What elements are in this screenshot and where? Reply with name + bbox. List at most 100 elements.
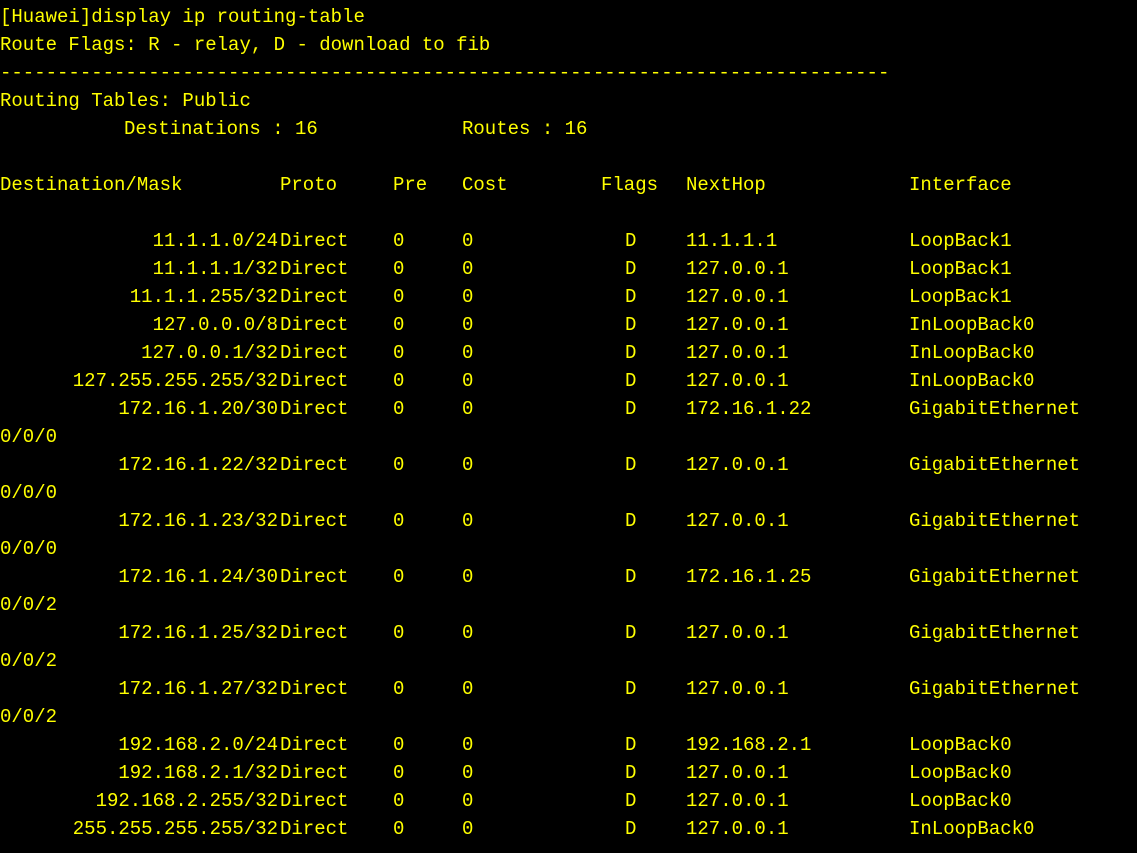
route-flags: D [625,454,637,476]
table-row: 127.255.255.255/32 Direct 0 0 D 127.0.0.1 InLo… [0,367,1137,395]
route-flags-legend: Route Flags: R - relay, D - download to … [0,34,491,56]
table-row: 172.16.1.23/32 Direct 0 0 D 127.0.0.1 GigabitE… [0,507,1137,535]
route-nexthop: 127.0.0.1 [686,790,789,812]
route-destination: 11.1.1.255/32 [129,286,278,308]
route-nexthop: 127.0.0.1 [686,286,789,308]
route-interface: GigabitEthernet [909,510,1081,532]
route-flags: D [625,818,637,840]
route-interface: InLoopBack0 [909,342,1035,364]
table-row: 192.168.2.1/32 Direct 0 0 D 127.0.0.1 LoopBack… [0,759,1137,787]
route-pre: 0 [393,258,405,280]
route-interface: InLoopBack0 [909,314,1035,336]
route-proto: Direct [280,790,349,812]
route-pre: 0 [393,734,405,756]
table-row: 172.16.1.22/32 Direct 0 0 D 127.0.0.1 GigabitE… [0,451,1137,479]
interface-wrap-line: 0/0/2 [0,650,58,672]
route-cost: 0 [462,762,474,784]
route-proto: Direct [280,230,349,252]
route-cost: 0 [462,622,474,644]
routing-table-title: Routing Tables: Public [0,90,251,112]
route-destination: 172.16.1.25/32 [118,622,278,644]
route-cost: 0 [462,314,474,336]
route-proto: Direct [280,342,349,364]
separator-line: ----------------------------------------… [0,62,890,84]
route-interface: LoopBack1 [909,230,1012,252]
route-proto: Direct [280,762,349,784]
route-destination: 172.16.1.20/30 [118,398,278,420]
route-pre: 0 [393,510,405,532]
route-pre: 0 [393,622,405,644]
route-pre: 0 [393,398,405,420]
route-pre: 0 [393,818,405,840]
route-nexthop: 172.16.1.22 [686,398,812,420]
route-destination: 127.0.0.0/8 [152,314,278,336]
route-interface: LoopBack0 [909,790,1012,812]
route-nexthop: 127.0.0.1 [686,314,789,336]
route-nexthop: 11.1.1.1 [686,230,778,252]
route-cost: 0 [462,258,474,280]
route-cost: 0 [462,286,474,308]
route-cost: 0 [462,566,474,588]
route-flags: D [625,622,637,644]
route-table-body: 11.1.1.0/24 Direct 0 0 D 11.1.1.1 LoopBack1 11.… [0,227,1137,843]
route-proto: Direct [280,398,349,420]
route-cost: 0 [462,510,474,532]
route-flags: D [625,342,637,364]
table-row: 11.1.1.255/32 Direct 0 0 D 127.0.0.1 LoopBack1 [0,283,1137,311]
route-flags: D [625,790,637,812]
interface-wrap-line: 0/0/0 [0,426,58,448]
route-destination: 192.168.2.0/24 [118,734,278,756]
route-interface: GigabitEthernet [909,454,1081,476]
route-nexthop: 127.0.0.1 [686,454,789,476]
route-nexthop: 127.0.0.1 [686,370,789,392]
route-destination: 172.16.1.22/32 [118,454,278,476]
route-nexthop: 127.0.0.1 [686,622,789,644]
route-interface: GigabitEthernet [909,398,1081,420]
route-destination: 172.16.1.23/32 [118,510,278,532]
route-interface: InLoopBack0 [909,818,1035,840]
route-proto: Direct [280,286,349,308]
interface-wrap-line: 0/0/2 [0,706,58,728]
route-flags: D [625,510,637,532]
route-proto: Direct [280,370,349,392]
header-proto: Proto [280,174,338,196]
header-nexthop: NextHop [686,174,766,196]
route-cost: 0 [462,398,474,420]
header-cost: Cost [462,174,508,196]
interface-wrap-line: 0/0/2 [0,594,58,616]
route-flags: D [625,286,637,308]
route-interface: LoopBack0 [909,734,1012,756]
interface-wrap-line: 0/0/0 [0,482,58,504]
routing-summary: Destinations : 16 Routes : 16 [0,115,1137,143]
table-row: 255.255.255.255/32 Direct 0 0 D 127.0.0.1 InLo… [0,815,1137,843]
table-row: 192.168.2.255/32 Direct 0 0 D 127.0.0.1 LoopBa… [0,787,1137,815]
route-pre: 0 [393,230,405,252]
route-flags: D [625,370,637,392]
route-interface: GigabitEthernet [909,566,1081,588]
route-flags: D [625,734,637,756]
route-cost: 0 [462,230,474,252]
route-destination: 192.168.2.1/32 [118,762,278,784]
route-pre: 0 [393,286,405,308]
route-interface: GigabitEthernet [909,678,1081,700]
route-destination: 172.16.1.27/32 [118,678,278,700]
route-proto: Direct [280,818,349,840]
route-flags: D [625,258,637,280]
route-interface: InLoopBack0 [909,370,1035,392]
route-nexthop: 127.0.0.1 [686,818,789,840]
command-line: [Huawei]display ip routing-table [0,6,365,28]
route-proto: Direct [280,622,349,644]
route-pre: 0 [393,370,405,392]
route-cost: 0 [462,454,474,476]
route-proto: Direct [280,454,349,476]
route-proto: Direct [280,566,349,588]
route-nexthop: 172.16.1.25 [686,566,812,588]
route-nexthop: 127.0.0.1 [686,678,789,700]
route-interface: GigabitEthernet [909,622,1081,644]
route-nexthop: 192.168.2.1 [686,734,812,756]
route-proto: Direct [280,734,349,756]
route-destination: 11.1.1.0/24 [152,230,278,252]
header-interface: Interface [909,174,1012,196]
terminal-window[interactable]: [Huawei]display ip routing-table Route F… [0,0,1137,853]
